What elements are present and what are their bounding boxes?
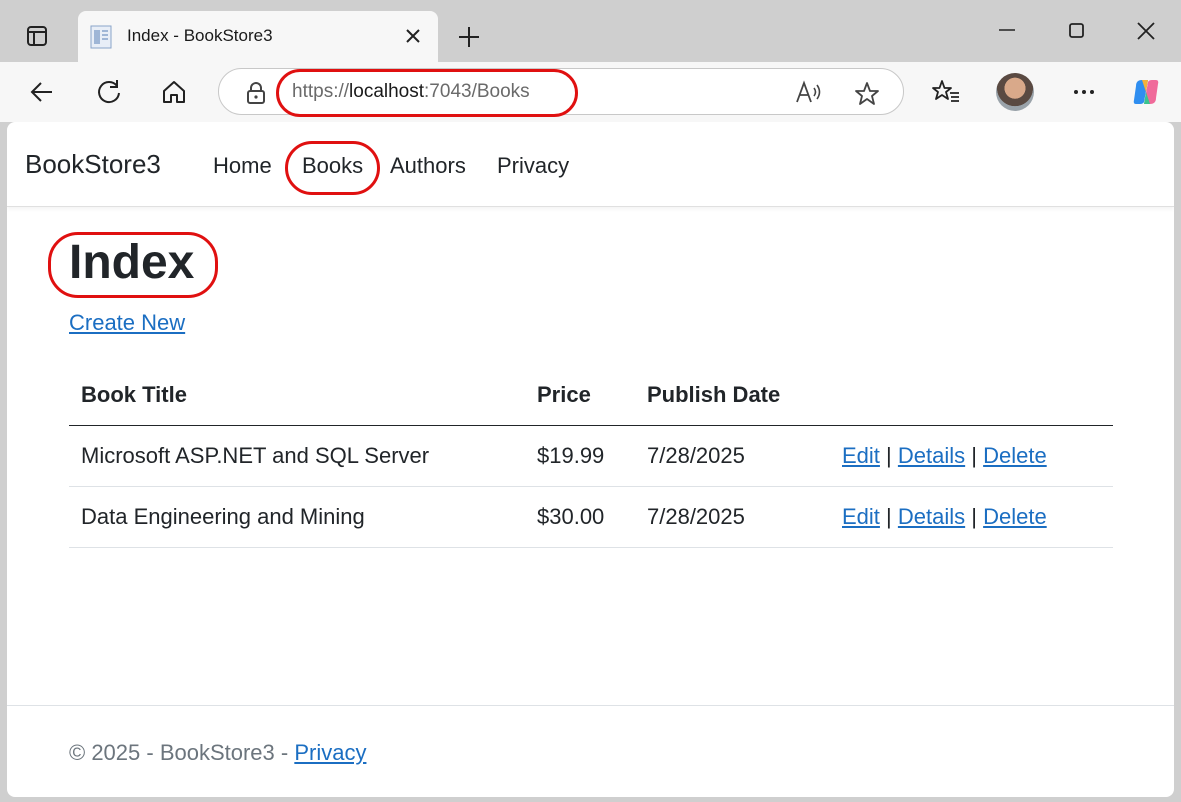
lock-icon[interactable] <box>245 81 267 105</box>
copilot-icon <box>1133 80 1159 104</box>
site-footer: © 2025 - BookStore3 - Privacy <box>7 705 1174 797</box>
site-brand[interactable]: BookStore3 <box>25 149 161 180</box>
header-publish-date: Publish Date <box>635 365 830 426</box>
back-arrow-icon <box>30 82 52 102</box>
copilot-button[interactable] <box>1130 76 1162 108</box>
create-new-link[interactable]: Create New <box>69 310 185 336</box>
cell-date: 7/28/2025 <box>635 486 830 548</box>
active-tab[interactable]: Index - BookStore3 <box>78 11 438 62</box>
maximize-icon[interactable] <box>1064 20 1094 50</box>
delete-link[interactable]: Delete <box>983 443 1047 468</box>
home-button[interactable] <box>158 76 190 108</box>
separator: | <box>886 503 892 529</box>
url-host: localhost <box>349 81 425 102</box>
refresh-button[interactable] <box>93 76 125 108</box>
tab-title: Index - BookStore3 <box>127 26 273 45</box>
cell-title: Microsoft ASP.NET and SQL Server <box>69 425 525 487</box>
browser-toolbar: https://localhost:7043/Books <box>0 62 1181 122</box>
address-bar[interactable]: https://localhost:7043/Books <box>218 68 904 115</box>
more-button[interactable] <box>1068 76 1100 108</box>
separator: | <box>971 442 977 468</box>
cell-date: 7/28/2025 <box>635 425 830 487</box>
refresh-icon <box>98 80 120 104</box>
cell-title: Data Engineering and Mining <box>69 486 525 548</box>
footer-text: © 2025 - BookStore3 - Privacy <box>69 740 366 766</box>
url-path: :7043/Books <box>424 81 530 102</box>
delete-link[interactable]: Delete <box>983 504 1047 529</box>
favorites-icon <box>932 80 959 102</box>
back-button[interactable] <box>26 76 58 108</box>
header-book-title: Book Title <box>69 365 525 426</box>
tab-strip: Index - BookStore3 <box>0 0 1181 62</box>
separator: | <box>886 442 892 468</box>
minimize-icon[interactable] <box>993 20 1023 50</box>
read-aloud-icon[interactable] <box>795 80 823 106</box>
header-actions <box>830 365 1113 426</box>
table-row: Microsoft ASP.NET and SQL Server $19.99 … <box>69 425 1113 487</box>
nav-home[interactable]: Home <box>213 153 272 179</box>
cell-price: $30.00 <box>525 486 635 548</box>
home-icon <box>163 81 185 103</box>
url-text[interactable]: https://localhost:7043/Books <box>292 81 530 103</box>
nav-books[interactable]: Books <box>302 153 363 179</box>
more-icon <box>1074 90 1094 94</box>
table-row: Data Engineering and Mining $30.00 7/28/… <box>69 486 1113 548</box>
page-favicon-icon <box>90 25 112 49</box>
nav-authors[interactable]: Authors <box>390 153 466 179</box>
tab-actions-button[interactable] <box>14 18 60 54</box>
cell-price: $19.99 <box>525 425 635 487</box>
header-price: Price <box>525 365 635 426</box>
details-link[interactable]: Details <box>898 443 965 468</box>
books-table: Book Title Price Publish Date Microsoft … <box>69 365 1113 548</box>
cell-actions: Edit | Details | Delete <box>830 425 1113 487</box>
footer-privacy-link[interactable]: Privacy <box>294 740 366 765</box>
star-icon[interactable] <box>853 80 881 108</box>
details-link[interactable]: Details <box>898 504 965 529</box>
edit-link[interactable]: Edit <box>842 443 880 468</box>
cell-actions: Edit | Details | Delete <box>830 486 1113 548</box>
profile-avatar[interactable] <box>996 73 1034 111</box>
table-header-row: Book Title Price Publish Date <box>69 365 1113 426</box>
site-navbar: BookStore3 Home Books Authors Privacy <box>7 122 1174 207</box>
close-icon[interactable] <box>402 25 424 47</box>
url-scheme: https:// <box>292 81 350 102</box>
close-window-icon[interactable] <box>1133 20 1163 50</box>
tab-actions-icon <box>27 26 47 46</box>
separator: | <box>971 503 977 529</box>
nav-privacy[interactable]: Privacy <box>497 153 569 179</box>
edit-link[interactable]: Edit <box>842 504 880 529</box>
plus-icon[interactable] <box>452 20 486 54</box>
web-page: BookStore3 Home Books Authors Privacy In… <box>7 122 1174 797</box>
page-title: Index <box>69 236 195 289</box>
footer-copyright: © 2025 - BookStore3 - <box>69 740 295 765</box>
favorites-button[interactable] <box>930 76 962 108</box>
